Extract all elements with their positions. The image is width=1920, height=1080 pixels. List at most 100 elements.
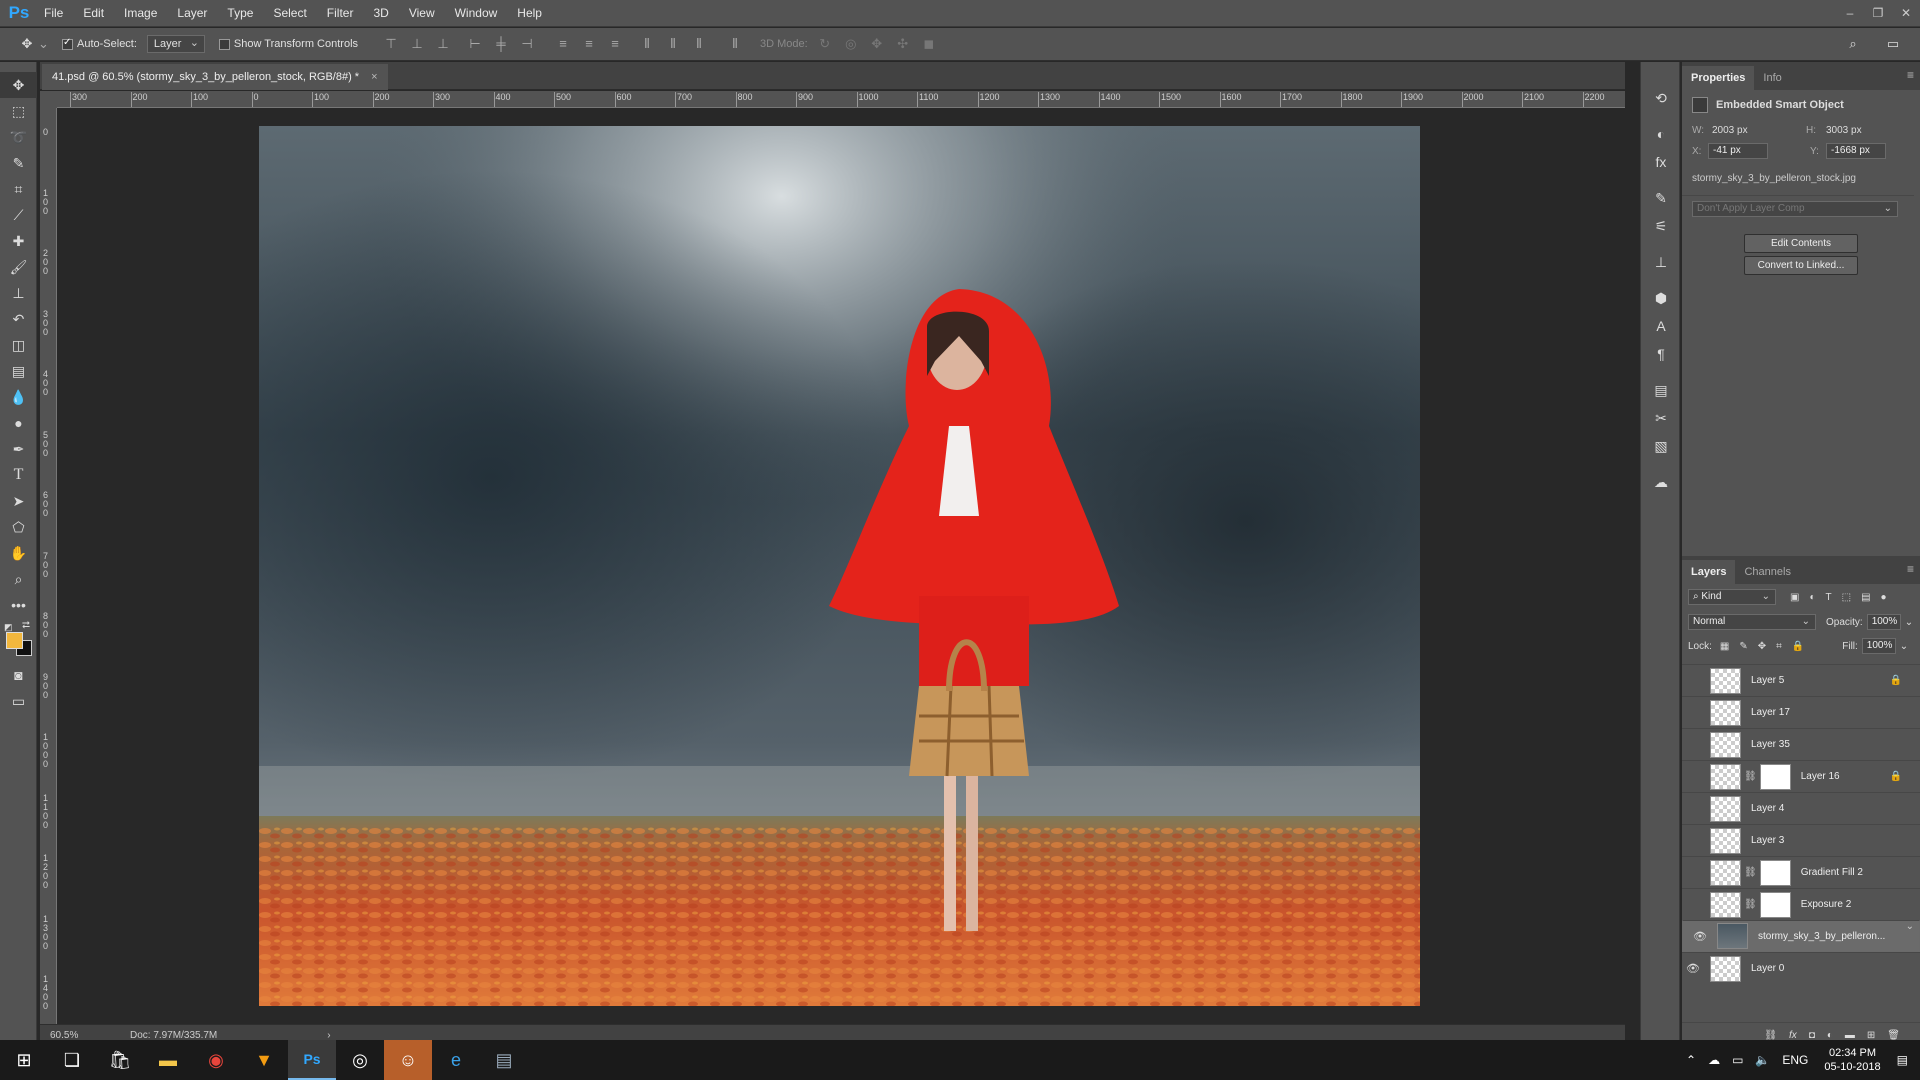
filter-toggle-icon[interactable]: ● [1881,592,1887,603]
opacity-dropdown-icon[interactable]: ⌄ [1905,617,1913,628]
move-tool-icon[interactable]: ✥ [18,36,36,52]
layer-row[interactable]: Layer 4 [1682,792,1920,824]
tab-channels[interactable]: Channels [1735,560,1799,584]
vlc-icon[interactable]: ▼ [240,1040,288,1080]
clone-source-icon[interactable]: ⊥ [1641,248,1681,276]
distribute-vcenter-icon[interactable]: ≡ [580,36,598,52]
layer-row[interactable]: Layer 3 [1682,824,1920,856]
quick-select-tool-icon[interactable]: ✎ [0,150,37,176]
crop-tool-icon[interactable]: ⌗ [0,176,37,202]
lock-position-icon[interactable]: ✥ [1758,641,1766,652]
filter-shape-icon[interactable]: ⬚ [1842,592,1851,603]
screen-mode-icon[interactable]: ▭ [0,688,37,714]
fill-field[interactable]: 100% [1861,638,1896,654]
search-icon[interactable]: ⌕ [1844,36,1862,52]
mask-link-icon[interactable]: ⛓ [1744,867,1757,878]
menu-file[interactable]: File [34,6,73,20]
layer-name[interactable]: Layer 5 [1751,675,1784,686]
layer-name[interactable]: Gradient Fill 2 [1801,867,1863,878]
layer-thumbnail[interactable] [1717,923,1748,949]
start-button-icon[interactable]: ⊞ [0,1040,48,1080]
history-brush-tool-icon[interactable]: ↶ [0,306,37,332]
workspace-icon[interactable]: ▭ [1884,36,1902,52]
layer-name[interactable]: Layer 4 [1751,803,1784,814]
menu-filter[interactable]: Filter [317,6,364,20]
show-transform-check[interactable] [218,38,230,50]
dodge-tool-icon[interactable]: ● [0,410,37,436]
filter-adjustment-icon[interactable]: ◐ [1809,592,1815,603]
menu-3d[interactable]: 3D [363,6,398,20]
filter-pixel-icon[interactable]: ▣ [1790,592,1799,603]
adjustments-panel-icon[interactable]: ◐ [1641,120,1681,148]
move-tool-icon[interactable]: ✥ [0,72,37,98]
auto-select-checkbox[interactable]: Auto-Select: [62,37,137,50]
brushes-panel-icon[interactable]: ✎ [1641,184,1681,212]
close-window-button[interactable]: ✕ [1892,6,1920,20]
hand-tool-icon[interactable]: ✋ [0,540,37,566]
lock-all-icon[interactable]: 🔒 [1792,641,1804,652]
lock-artboard-icon[interactable]: ⌗ [1776,641,1782,652]
notifications-icon[interactable]: ▤ [1897,1053,1908,1067]
tab-properties[interactable]: Properties [1682,66,1755,90]
document-tab[interactable]: 41.psd @ 60.5% (stormy_sky_3_by_pelleron… [42,64,388,90]
visibility-eye-icon[interactable]: 👁 [1682,962,1704,975]
layer-thumbnail[interactable] [1710,763,1741,790]
swap-colors-icon[interactable]: ⮂ [22,620,30,631]
more-tools-icon[interactable]: ••• [0,592,37,618]
layer-name[interactable]: Layer 16 [1801,771,1840,782]
shape-tool-icon[interactable]: ⬠ [0,514,37,540]
photoshop-taskbar-icon[interactable]: Ps [288,1040,336,1080]
layer-name[interactable]: Exposure 2 [1801,899,1852,910]
menu-layer[interactable]: Layer [167,6,217,20]
libraries-panel-icon[interactable]: ▤ [1641,376,1681,404]
layer-thumbnail[interactable] [1710,827,1741,854]
layer-name[interactable]: Layer 17 [1751,707,1790,718]
styles-panel-icon[interactable]: fx [1641,148,1681,176]
foreground-color-swatch[interactable] [6,632,23,649]
discord-icon[interactable]: ☺ [384,1040,432,1080]
3d-drag-icon[interactable]: ✥ [868,36,886,52]
onedrive-icon[interactable]: ☁ [1708,1053,1720,1067]
3d-rotate-icon[interactable]: ↻ [816,36,834,52]
layer-row[interactable]: ⛓ Layer 16 🔒 [1682,760,1920,792]
menu-type[interactable]: Type [217,6,263,20]
distribute-top-icon[interactable]: ≡ [554,36,572,52]
layer-row[interactable]: ⛓ Gradient Fill 2 [1682,856,1920,888]
opacity-field[interactable]: 100% [1866,614,1901,630]
character-panel-icon[interactable]: A [1641,312,1681,340]
auto-select-check[interactable] [62,37,73,50]
3d-slide-icon[interactable]: ✣ [894,36,912,52]
3d-roll-icon[interactable]: ◎ [842,36,860,52]
layer-thumbnail[interactable] [1710,731,1741,758]
pen-tool-icon[interactable]: ✒ [0,436,37,462]
volume-icon[interactable]: 🔈 [1755,1053,1770,1067]
menu-view[interactable]: View [399,6,445,20]
quick-mask-icon[interactable]: ◙ [0,662,37,688]
layer-thumbnail[interactable] [1710,955,1741,982]
layer-row[interactable]: Layer 5 🔒 [1682,664,1920,696]
layer-row[interactable]: Layer 35 [1682,728,1920,760]
layer-row[interactable]: 👁 stormy_sky_3_by_pelleron... [1682,920,1920,952]
mask-link-icon[interactable]: ⛓ [1744,771,1757,782]
layers-panel-menu-icon[interactable]: ≡ [1907,562,1914,576]
align-right-icon[interactable]: ⊣ [518,36,536,52]
w-value[interactable]: 2003 px [1712,125,1806,136]
layer-name[interactable]: stormy_sky_3_by_pelleron... [1758,931,1885,942]
mask-link-icon[interactable]: ⛓ [1744,899,1757,910]
paragraph-panel-icon[interactable]: ¶ [1641,340,1681,368]
auto-select-target-select[interactable]: Layer [146,35,205,53]
obs-icon[interactable]: ◎ [336,1040,384,1080]
y-field[interactable]: -1668 px [1826,143,1886,159]
creative-cloud-icon[interactable]: ☁ [1641,468,1681,496]
layer-name[interactable]: Layer 35 [1751,739,1790,750]
history-panel-icon[interactable]: ⟲ [1641,84,1681,112]
zoom-tool-icon[interactable]: ⌕ [0,566,37,592]
lock-transparent-icon[interactable]: ▦ [1720,641,1729,652]
lock-pixels-icon[interactable]: ✎ [1739,641,1747,652]
x-field[interactable]: -41 px [1708,143,1768,159]
network-icon[interactable]: ▭ [1732,1053,1743,1067]
file-explorer-icon[interactable]: ▬ [144,1040,192,1080]
align-bottom-icon[interactable]: ⊥ [434,36,452,52]
layer-row[interactable]: ⛓ Exposure 2 [1682,888,1920,920]
layer-mask-thumbnail[interactable] [1759,763,1791,790]
